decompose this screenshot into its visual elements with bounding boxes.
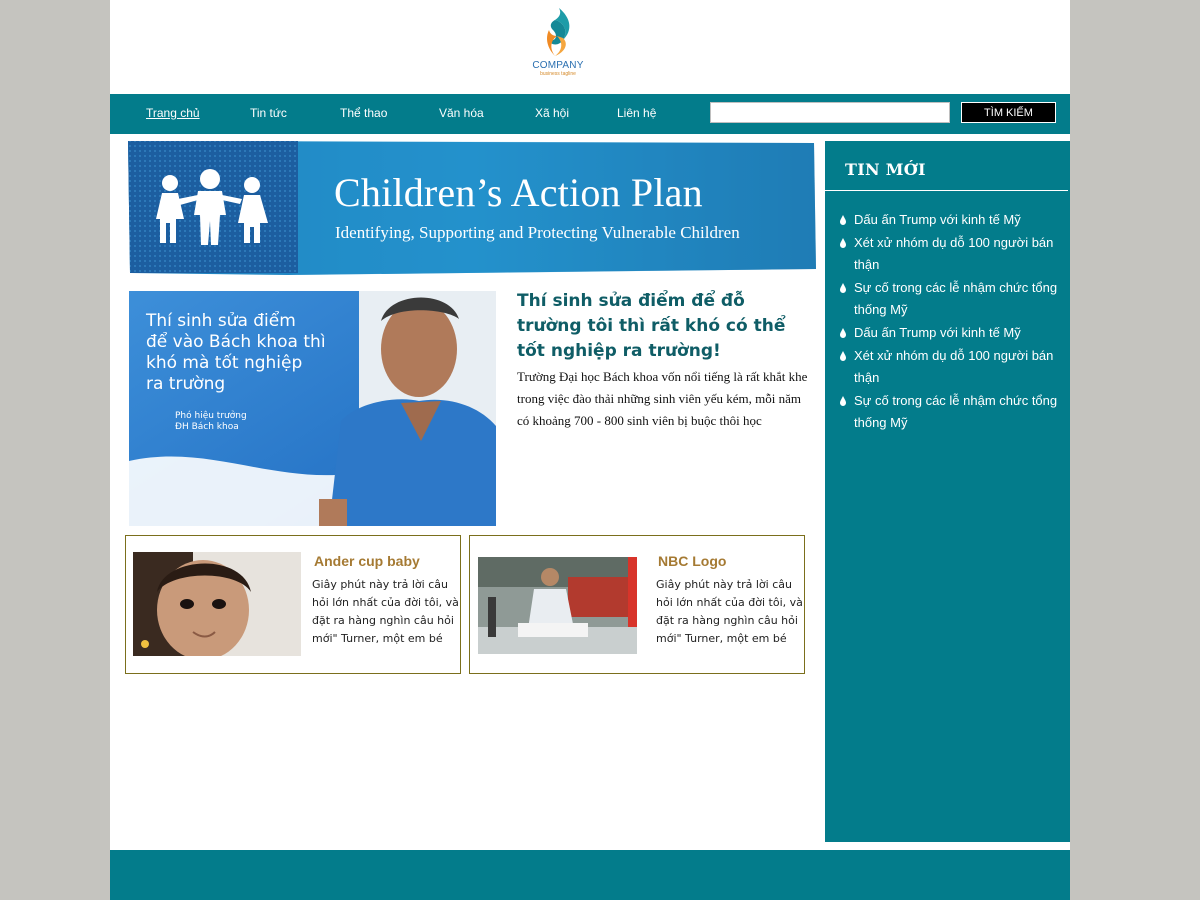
card-title[interactable]: Ander cup baby: [314, 553, 420, 569]
card-image[interactable]: [133, 552, 301, 656]
news-item[interactable]: Dấu ấn Trump với kinh tế Mỹ: [838, 209, 1060, 231]
nav-item-sports[interactable]: Thể thao: [340, 106, 387, 120]
droplet-bullet-icon: [840, 328, 846, 338]
footer: [110, 850, 1070, 900]
card-title[interactable]: NBC Logo: [658, 553, 726, 569]
feature-image-caption: Phó hiệu trưởng ĐH Bách khoa: [175, 411, 247, 432]
children-silhouette-icon: [156, 169, 268, 245]
droplet-bullet-icon: [840, 238, 846, 248]
droplet-bullet-icon: [840, 215, 846, 225]
logo-name: COMPANY: [532, 60, 584, 71]
sidebar-divider: [825, 190, 1068, 191]
baby-photo: [133, 552, 301, 656]
nav-item-news[interactable]: Tin tức: [250, 106, 287, 120]
feature-image-text: Thí sinh sửa điểm để vào Bách khoa thì k…: [146, 311, 326, 394]
news-item[interactable]: Sự cố trong các lễ nhậm chức tổng thống …: [838, 390, 1060, 434]
news-item[interactable]: Xét xử nhóm dụ dỗ 100 người bán thận: [838, 232, 1060, 276]
news-item[interactable]: Dấu ấn Trump với kinh tế Mỹ: [838, 322, 1060, 344]
news-item-label: Sự cố trong các lễ nhậm chức tổng thống …: [854, 280, 1058, 317]
news-item-label: Sự cố trong các lễ nhậm chức tổng thống …: [854, 393, 1058, 430]
banner-title: Children’s Action Plan: [334, 170, 703, 215]
nav-item-society[interactable]: Xã hội: [535, 106, 569, 120]
page-container: COMPANY business tagline Trang chủ Tin t…: [110, 0, 1070, 900]
card-text: Giây phút này trả lời câu hỏi lớn nhất c…: [312, 578, 459, 645]
droplet-bullet-icon: [840, 396, 846, 406]
main-nav: Trang chủ Tin tức Thể thao Văn hóa Xã hộ…: [110, 94, 1070, 134]
card-ander-cup-baby[interactable]: Ander cup baby Giây phút này trả lời câu…: [125, 535, 461, 674]
news-item[interactable]: Sự cố trong các lễ nhậm chức tổng thống …: [838, 277, 1060, 321]
news-item-label: Dấu ấn Trump với kinh tế Mỹ: [854, 212, 1021, 227]
feature-title[interactable]: Thí sinh sửa điểm để đỗ trường tôi thì r…: [517, 289, 809, 364]
banner[interactable]: Children’s Action Plan Identifying, Supp…: [128, 139, 818, 277]
company-logo[interactable]: COMPANY business tagline: [525, 6, 591, 82]
droplet-bullet-icon: [840, 283, 846, 293]
card-text: Giây phút này trả lời câu hỏi lớn nhất c…: [656, 578, 803, 645]
banner-subtitle: Identifying, Supporting and Protecting V…: [335, 223, 740, 242]
feature-description: Trường Đại học Bách khoa vốn nổi tiếng l…: [517, 369, 808, 428]
news-item[interactable]: Xét xử nhóm dụ dỗ 100 người bán thận: [838, 345, 1060, 389]
news-list: Dấu ấn Trump với kinh tế Mỹ Xét xử nhóm …: [838, 209, 1060, 435]
news-item-label: Xét xử nhóm dụ dỗ 100 người bán thận: [854, 235, 1054, 272]
nav-item-contact[interactable]: Liên hệ: [617, 106, 656, 120]
sidebar-heading: TIN MỚI: [845, 160, 926, 179]
sidebar-latest-news: TIN MỚI Dấu ấn Trump với kinh tế Mỹ Xét …: [825, 141, 1070, 842]
search-input[interactable]: [710, 102, 950, 123]
logo-tagline: business tagline: [540, 71, 576, 77]
droplet-bullet-icon: [840, 351, 846, 361]
news-item-label: Xét xử nhóm dụ dỗ 100 người bán thận: [854, 348, 1054, 385]
nav-item-culture[interactable]: Văn hóa: [439, 106, 484, 120]
card-nbc-logo[interactable]: NBC Logo Giây phút này trả lời câu hỏi l…: [469, 535, 805, 674]
card-image[interactable]: [478, 557, 637, 654]
news-item-label: Dấu ấn Trump với kinh tế Mỹ: [854, 325, 1021, 340]
company-logo-icon: [547, 8, 570, 56]
feature-image[interactable]: Thí sinh sửa điểm để vào Bách khoa thì k…: [129, 291, 496, 526]
search-button[interactable]: TÌM KIẾM: [961, 102, 1056, 123]
street-photo: [478, 557, 637, 654]
nav-item-home[interactable]: Trang chủ: [146, 106, 200, 120]
